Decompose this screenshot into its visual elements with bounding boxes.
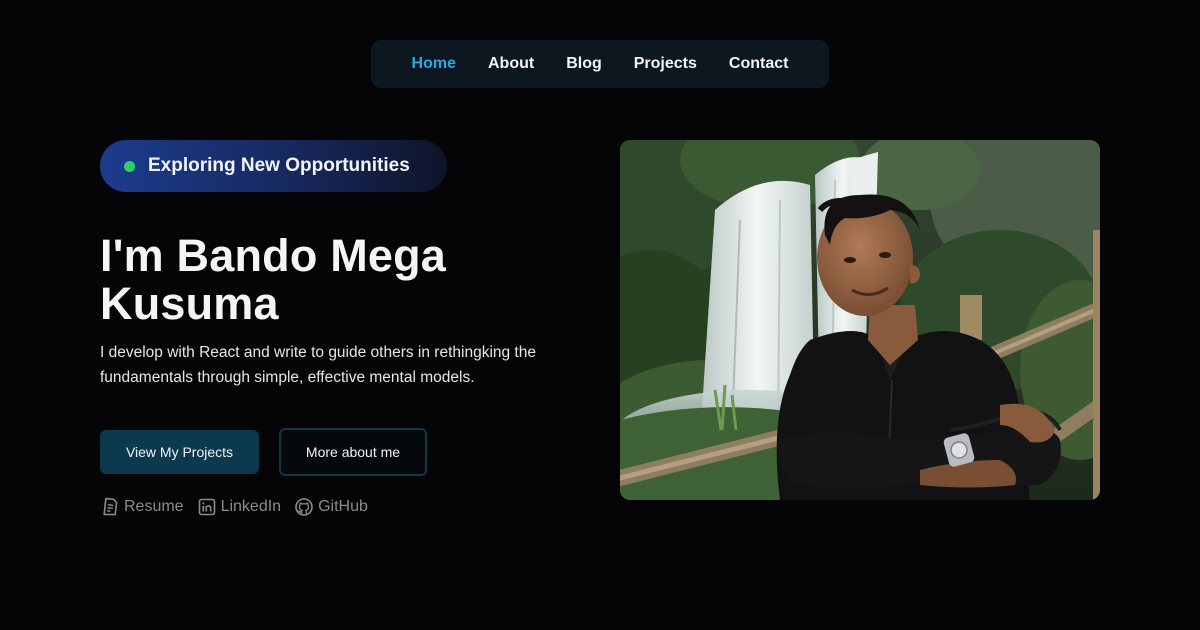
- social-links: Resume LinkedIn GitHub: [100, 497, 368, 517]
- profile-photo: [620, 140, 1100, 500]
- document-icon: [103, 497, 118, 516]
- hero-description: I develop with React and write to guide …: [100, 340, 600, 390]
- github-link-label: GitHub: [318, 498, 368, 515]
- nav-blog[interactable]: Blog: [566, 55, 602, 73]
- linkedin-link[interactable]: LinkedIn: [197, 497, 282, 517]
- nav-contact[interactable]: Contact: [729, 55, 789, 73]
- resume-link-label: Resume: [124, 498, 184, 515]
- top-nav: Home About Blog Projects Contact: [371, 40, 829, 88]
- github-link[interactable]: GitHub: [294, 497, 368, 517]
- resume-link[interactable]: Resume: [100, 497, 184, 517]
- status-dot-icon: [124, 160, 135, 172]
- hero-title: I'm Bando Mega Kusuma: [100, 232, 570, 328]
- view-projects-button[interactable]: View My Projects: [100, 430, 259, 474]
- github-icon: [295, 498, 313, 516]
- hero-description-line2: fundamentals through simple, effective m…: [100, 369, 475, 386]
- status-badge: Exploring New Opportunities: [100, 140, 447, 192]
- linkedin-link-label: LinkedIn: [220, 498, 282, 515]
- hero-description-line1: I develop with React and write to guide …: [100, 344, 536, 361]
- more-about-me-button[interactable]: More about me: [279, 428, 427, 476]
- nav-about[interactable]: About: [488, 55, 534, 73]
- hero-title-line1: I'm Bando Mega: [100, 230, 447, 281]
- status-label: Exploring New Opportunities: [148, 155, 410, 176]
- waterfall-portrait-image: [620, 140, 1100, 500]
- nav-projects[interactable]: Projects: [634, 55, 697, 73]
- nav-home[interactable]: Home: [412, 55, 456, 73]
- page: Home About Blog Projects Contact Explori…: [0, 0, 1200, 630]
- hero-title-line2: Kusuma: [100, 278, 279, 329]
- linkedin-icon: [198, 498, 215, 516]
